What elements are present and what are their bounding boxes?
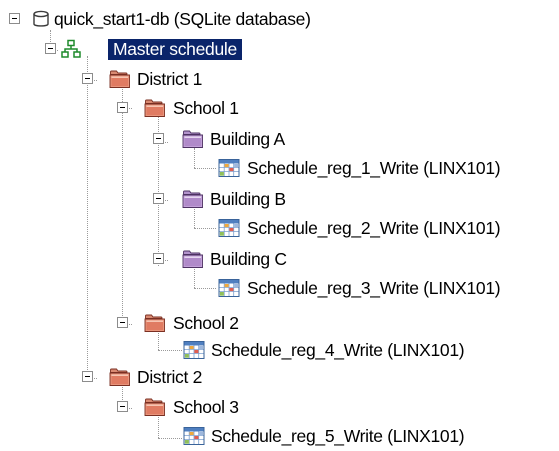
tree-node-district-2[interactable]: District 2 [0,364,300,392]
tree-node-schedule-5[interactable]: Schedule_reg_5_Write (LINX101) [0,423,559,451]
collapse-toggle[interactable] [117,102,128,113]
collapse-toggle[interactable] [117,401,128,412]
tree-node-label[interactable]: District 1 [135,69,204,90]
tree-node-label[interactable]: School 3 [171,397,241,418]
schedule-grid-icon [183,426,205,446]
tree-node-district-1[interactable]: District 1 [0,66,300,94]
schedule-grid-icon [183,340,205,360]
schedule-grid-icon [218,158,240,178]
tree-node-label[interactable]: Schedule_reg_5_Write (LINX101) [209,426,466,447]
tree-node-label[interactable]: District 2 [135,367,204,388]
tree-node-label[interactable]: School 1 [171,98,241,119]
collapse-toggle[interactable] [153,133,164,144]
tree-node-building-b[interactable]: Building B [0,186,330,214]
folder-icon [144,313,166,333]
tree-node-schedule-1[interactable]: Schedule_reg_1_Write (LINX101) [0,155,559,183]
folder-icon [144,98,166,118]
tree-node-building-a[interactable]: Building A [0,126,330,154]
folder-icon [182,189,204,209]
schedule-grid-icon [218,218,240,238]
hierarchy-icon [61,39,81,59]
folder-icon [182,249,204,269]
tree-node-school-1[interactable]: School 1 [0,95,300,123]
collapse-toggle[interactable] [82,73,93,84]
tree-node-schedule-4[interactable]: Schedule_reg_4_Write (LINX101) [0,337,559,365]
collapse-toggle[interactable] [117,317,128,328]
tree-node-label[interactable]: quick_start1-db (SQLite database) [52,9,313,30]
schedule-grid-icon [218,278,240,298]
tree-node-label[interactable]: Schedule_reg_2_Write (LINX101) [245,218,502,239]
tree-node-database[interactable]: quick_start1-db (SQLite database) [0,6,400,34]
collapse-toggle[interactable] [9,13,20,24]
collapse-toggle[interactable] [153,253,164,264]
collapse-toggle[interactable] [153,193,164,204]
tree-node-label[interactable]: School 2 [171,313,241,334]
folder-icon [144,397,166,417]
tree-node-label[interactable]: Schedule_reg_1_Write (LINX101) [245,158,502,179]
collapse-toggle[interactable] [45,43,56,54]
tree-node-school-3[interactable]: School 3 [0,394,300,422]
tree-node-school-2[interactable]: School 2 [0,310,300,338]
database-icon [32,9,50,29]
folder-icon [109,69,131,89]
collapse-toggle[interactable] [82,371,93,382]
tree-node-master-schedule[interactable]: Master schedule [0,36,300,64]
tree-node-building-c[interactable]: Building C [0,246,330,274]
tree-node-label[interactable]: Schedule_reg_3_Write (LINX101) [245,278,502,299]
tree-node-label[interactable]: Building C [208,249,289,270]
folder-icon [109,367,131,387]
tree-node-label[interactable]: Schedule_reg_4_Write (LINX101) [209,340,466,361]
tree-node-label[interactable]: Building B [208,189,288,210]
tree-node-schedule-2[interactable]: Schedule_reg_2_Write (LINX101) [0,215,559,243]
tree-node-label[interactable]: Building A [208,129,287,150]
folder-icon [182,129,204,149]
tree-node-schedule-3[interactable]: Schedule_reg_3_Write (LINX101) [0,275,559,303]
tree-node-label[interactable]: Master schedule [108,39,242,60]
schedule-tree: quick_start1-db (SQLite database) Master… [0,0,559,450]
